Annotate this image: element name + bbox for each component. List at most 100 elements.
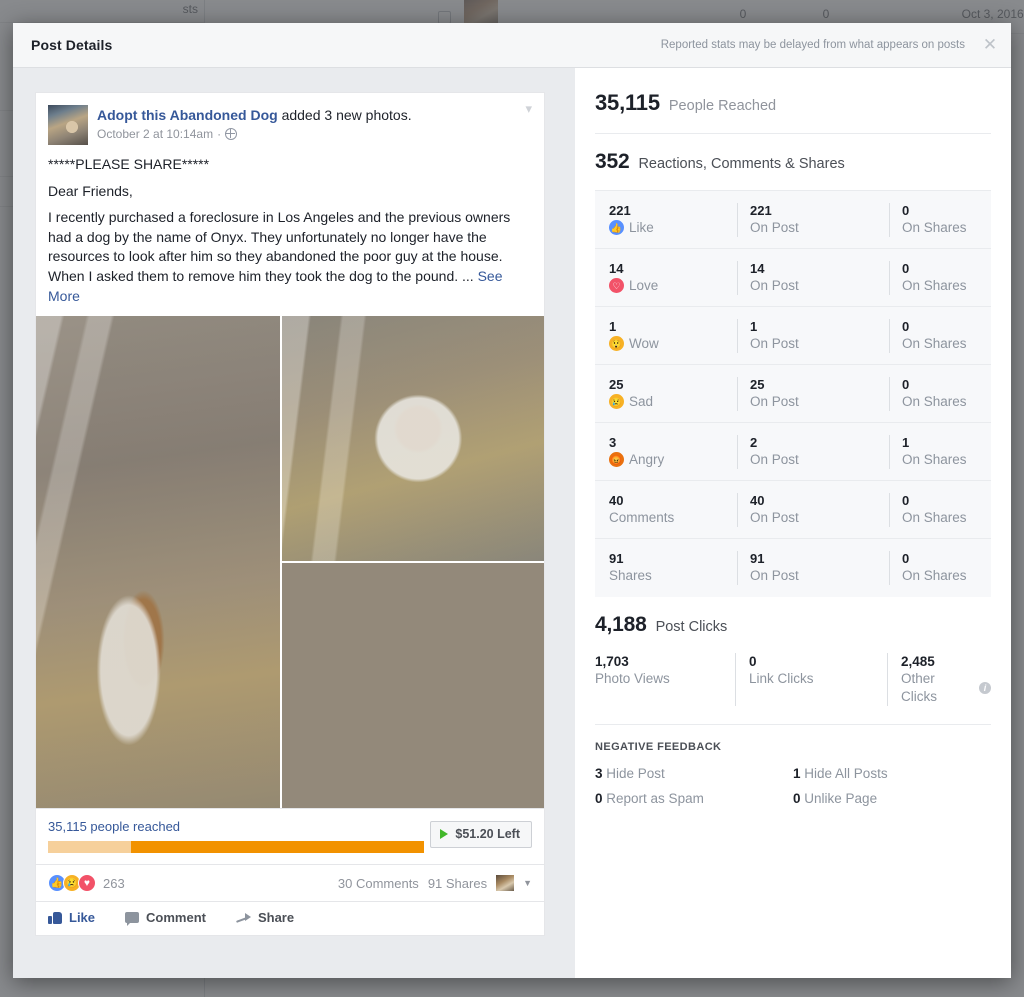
people-reached-value: 35,115 <box>595 90 660 115</box>
shares-count[interactable]: 91 Shares <box>428 876 487 891</box>
chevron-down-icon[interactable]: ▼ <box>523 878 532 888</box>
post-line-2: Dear Friends, <box>48 182 133 199</box>
reaction-wow-onshares-label: On Shares <box>902 335 967 351</box>
globe-icon <box>225 128 238 140</box>
share-arrow-icon <box>236 912 251 924</box>
reaction-like-label: Like <box>629 219 654 235</box>
table-row: 1 😲 Wow 1 On Post 0 On Shares <box>595 307 991 365</box>
post-timestamp[interactable]: October 2 at 10:14am <box>97 127 213 141</box>
photo-grid <box>36 316 544 809</box>
shares-total-label: Shares <box>609 568 652 583</box>
love-icon: ♥ <box>78 874 96 893</box>
modal-header: Post Details Reported stats may be delay… <box>13 23 1011 68</box>
reaction-angry-label: Angry <box>629 451 665 467</box>
reaction-pills[interactable]: 👍 😢 ♥ <box>48 874 96 893</box>
chevron-down-icon[interactable]: ▾ <box>525 101 532 117</box>
comment-button[interactable]: Comment <box>125 910 206 927</box>
comments-onshares-count: 0 <box>902 492 910 508</box>
thumbs-up-icon <box>48 911 62 925</box>
post-photo-2[interactable] <box>282 316 544 562</box>
reaction-love-onshares-label: On Shares <box>902 277 967 293</box>
comments-total-count: 40 <box>609 492 624 508</box>
modal-body: Adopt this Abandoned Dog added 3 new pho… <box>13 68 1011 978</box>
engagement-value: 352 <box>595 150 630 173</box>
reaction-angry-onshares-count: 1 <box>902 434 910 450</box>
hide-post-count: 3 <box>595 766 603 781</box>
engagement-stat: 352 Reactions, Comments & Shares <box>595 134 991 190</box>
shares-cell: 91 Shares <box>595 551 737 585</box>
post-preview-pane: Adopt this Abandoned Dog added 3 new pho… <box>13 68 575 978</box>
love-icon: ♡ <box>609 278 624 293</box>
meta-dot: · <box>217 127 222 141</box>
comment-bubble-icon <box>125 912 140 927</box>
avatar[interactable] <box>48 105 88 145</box>
post-action-bar: Like Comment Share <box>36 901 544 935</box>
post-author-line: Adopt this Abandoned Dog added 3 new pho… <box>97 106 412 124</box>
link-clicks-cell: 0 Link Clicks <box>735 653 887 706</box>
reaction-like-onshares-cell: 0 On Shares <box>889 202 991 237</box>
reaction-love-count: 14 <box>609 260 624 276</box>
comments-count[interactable]: 30 Comments <box>338 876 419 891</box>
close-icon[interactable]: ✕ <box>975 23 1005 68</box>
reactions-summary-row: 👍 😢 ♥ 263 30 Comments 91 Shares ▼ <box>36 864 544 901</box>
reaction-wow-onshares-cell: 0 On Shares <box>889 318 991 353</box>
reaction-like-cell: 221 👍 Like <box>595 203 737 237</box>
photo-views-value: 1,703 <box>595 654 629 669</box>
shares-onshares-label: On Shares <box>902 568 967 583</box>
table-row: 221 👍 Like 221 On Post 0 On Shares <box>595 191 991 249</box>
comments-onshares-label: On Shares <box>902 509 967 525</box>
post-author-link[interactable]: Adopt this Abandoned Dog <box>97 107 278 123</box>
reaction-angry-cell: 3 😡 Angry <box>595 435 737 469</box>
reaction-sad-count: 25 <box>609 376 624 392</box>
shares-onshares-cell: 0 On Shares <box>889 551 991 585</box>
reaction-wow-onpost-count: 1 <box>750 318 758 334</box>
share-button-label: Share <box>257 910 295 926</box>
reaction-like-onshares-count: 0 <box>902 202 910 218</box>
reaction-like-onshares-label: On Shares <box>902 219 967 235</box>
reaction-angry-count: 3 <box>609 434 617 450</box>
other-clicks-value: 2,485 <box>901 654 935 669</box>
negative-feedback-item: 0 Unlike Page <box>793 786 991 811</box>
table-row: 14 ♡ Love 14 On Post 0 On Shares <box>595 249 991 307</box>
like-button[interactable]: Like <box>48 910 95 925</box>
comment-button-label: Comment <box>146 910 206 926</box>
reaction-wow-onshares-count: 0 <box>902 318 910 334</box>
reaction-like-onpost-label: On Post <box>750 219 799 235</box>
comments-onpost-cell: 40 On Post <box>737 492 889 527</box>
hide-all-posts-label: Hide All Posts <box>804 766 888 781</box>
stats-pane: 35,115 People Reached 352 Reactions, Com… <box>575 68 1011 978</box>
post-photo-1[interactable] <box>36 316 280 809</box>
shares-onshares-count: 0 <box>902 551 910 566</box>
reaction-wow-onpost-label: On Post <box>750 335 799 351</box>
reaction-sad-label: Sad <box>629 393 654 409</box>
reaction-like-count: 221 <box>609 202 631 218</box>
reaction-sad-onshares-cell: 0 On Shares <box>889 376 991 411</box>
reaction-sad-cell: 25 😢 Sad <box>595 377 737 411</box>
negative-feedback-grid: 3 Hide Post 1 Hide All Posts 0 Report as… <box>595 761 991 811</box>
shares-onpost-cell: 91 On Post <box>737 551 889 585</box>
negative-feedback-item: 3 Hide Post <box>595 761 793 786</box>
post-photo-3[interactable] <box>282 563 544 809</box>
info-icon[interactable]: i <box>979 682 991 694</box>
hide-post-label: Hide Post <box>606 766 665 781</box>
reaction-total-count[interactable]: 263 <box>103 876 125 891</box>
reaction-wow-label: Wow <box>629 335 659 351</box>
shares-total-count: 91 <box>609 551 624 566</box>
link-clicks-value: 0 <box>749 654 757 669</box>
reaction-angry-onshares-cell: 1 On Shares <box>889 434 991 469</box>
reaction-like-onpost-cell: 221 On Post <box>737 202 889 237</box>
post-line-1: *****PLEASE SHARE***** <box>48 156 210 172</box>
post-clicks-stat: 4,188 Post Clicks <box>595 597 991 653</box>
share-button[interactable]: Share <box>236 910 294 925</box>
angry-icon: 😡 <box>609 452 624 467</box>
comments-total-label: Comments <box>609 509 675 525</box>
reaction-angry-onpost-label: On Post <box>750 451 799 467</box>
boost-budget-button[interactable]: $51.20 Left <box>430 821 532 849</box>
reaction-sad-onpost-cell: 25 On Post <box>737 376 889 411</box>
reaction-sad-onshares-count: 0 <box>902 376 910 392</box>
sharer-avatar[interactable] <box>496 875 515 892</box>
post-action-detail: 3 new photos. <box>324 107 412 123</box>
link-clicks-label: Link Clicks <box>749 671 814 686</box>
reaction-love-onshares-cell: 0 On Shares <box>889 260 991 295</box>
reaction-love-onpost-count: 14 <box>750 260 765 276</box>
